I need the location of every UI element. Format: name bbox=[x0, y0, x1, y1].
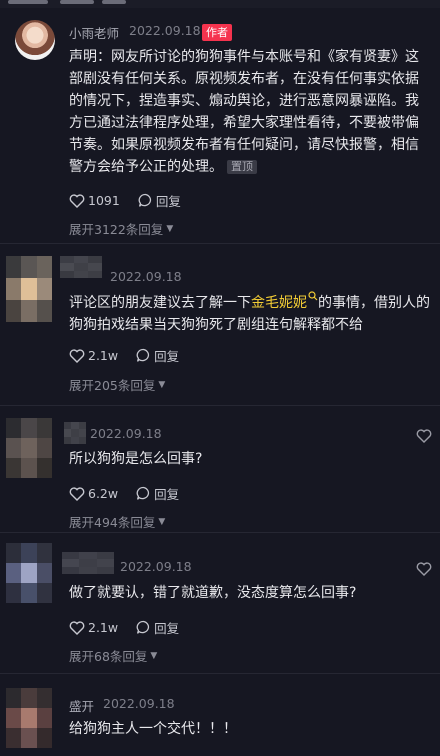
reply-bubble-icon bbox=[136, 486, 150, 500]
expand-replies-label: 展开494条回复 bbox=[69, 515, 156, 530]
comment-body-start: 评论区的朋友建议去了解一下 bbox=[69, 295, 251, 311]
reply-label: 回复 bbox=[155, 194, 181, 209]
search-icon bbox=[308, 291, 318, 301]
like-button[interactable]: 2.1w bbox=[69, 620, 118, 635]
heart-icon bbox=[69, 620, 85, 635]
comment-item: 2022.09.18 所以狗狗是怎么回事? 6.2w 回复 展开494条回复 ▼ bbox=[0, 406, 440, 532]
like-button[interactable]: 6.2w bbox=[69, 486, 118, 501]
comment-text: 做了就要认，错了就道歉，没态度算怎么回事? bbox=[69, 585, 357, 601]
expand-replies-label: 展开205条回复 bbox=[69, 378, 156, 393]
comment-text: 评论区的朋友建议去了解一下金毛妮妮 的事情，借别人的狗狗拍戏结果当天狗狗死了剧组连… bbox=[69, 291, 431, 336]
heart-icon bbox=[416, 429, 432, 443]
expand-replies-button[interactable]: 展开3122条回复 ▼ bbox=[69, 219, 173, 238]
comment-item: 2022.09.18 做了就要认，错了就道歉，没态度算怎么回事? 2.1w 回复… bbox=[0, 533, 440, 673]
reply-bubble-icon bbox=[136, 348, 150, 362]
comment-item: 2022.09.18 评论区的朋友建议去了解一下金毛妮妮 的事情，借别人的狗狗拍戏… bbox=[0, 244, 440, 405]
comment-date: 2022.09.18 bbox=[129, 23, 201, 38]
chevron-down-icon: ▼ bbox=[150, 650, 158, 661]
comment-date: 2022.09.18 bbox=[110, 269, 182, 284]
like-count: 1091 bbox=[88, 193, 120, 208]
reply-button[interactable]: 回复 bbox=[136, 346, 179, 365]
comment-actions: 2.1w 回复 bbox=[69, 618, 197, 637]
like-button[interactable]: 2.1w bbox=[69, 348, 118, 363]
comment-date: 2022.09.18 bbox=[120, 559, 192, 574]
blurred-avatar[interactable] bbox=[6, 418, 52, 478]
reply-label: 回复 bbox=[154, 487, 180, 502]
like-button[interactable]: 1091 bbox=[69, 193, 120, 208]
reply-bubble-icon bbox=[136, 620, 150, 634]
blurred-avatar[interactable] bbox=[6, 543, 52, 603]
heart-icon bbox=[69, 348, 85, 363]
expand-replies-button[interactable]: 展开494条回复 ▼ bbox=[69, 512, 165, 531]
like-button-side[interactable] bbox=[416, 428, 432, 447]
comment-username[interactable]: 小雨老师 bbox=[69, 23, 119, 42]
reply-label: 回复 bbox=[154, 349, 180, 364]
author-avatar[interactable] bbox=[15, 20, 55, 60]
search-highlight-link[interactable]: 金毛妮妮 bbox=[251, 291, 318, 311]
comment-actions: 2.1w 回复 bbox=[69, 346, 197, 365]
comment-body: 声明：网友所讨论的狗狗事件与本账号和《家有贤妻》这部剧没有任何关系。原视频发布者… bbox=[69, 49, 419, 175]
reply-button[interactable]: 回复 bbox=[136, 618, 179, 637]
like-count: 6.2w bbox=[88, 486, 119, 501]
reply-label: 回复 bbox=[154, 621, 180, 636]
heart-icon bbox=[69, 486, 85, 501]
expand-replies-button[interactable]: 展开68条回复 ▼ bbox=[69, 646, 157, 665]
author-badge: 作者 bbox=[202, 24, 232, 41]
blurred-avatar[interactable] bbox=[6, 688, 52, 748]
comment-item: 盛开 2022.09.18 给狗狗主人一个交代！！！ bbox=[0, 674, 440, 756]
blurred-username[interactable] bbox=[64, 422, 86, 444]
blurred-username[interactable] bbox=[60, 256, 102, 278]
comment-text: 所以狗狗是怎么回事? bbox=[69, 451, 203, 467]
comment-actions: 6.2w 回复 bbox=[69, 484, 197, 503]
blurred-avatar[interactable] bbox=[6, 256, 52, 322]
expand-replies-button[interactable]: 展开205条回复 ▼ bbox=[69, 375, 165, 394]
comment-text: 声明：网友所讨论的狗狗事件与本账号和《家有贤妻》这部剧没有任何关系。原视频发布者… bbox=[69, 46, 431, 178]
reply-button[interactable]: 回复 bbox=[136, 484, 179, 503]
comment-date: 2022.09.18 bbox=[103, 696, 175, 711]
highlight-text: 金毛妮妮 bbox=[251, 295, 307, 311]
comment-date: 2022.09.18 bbox=[90, 426, 162, 441]
blurred-username[interactable] bbox=[62, 552, 114, 574]
comment-username[interactable]: 盛开 bbox=[69, 696, 94, 715]
reply-button[interactable]: 回复 bbox=[138, 191, 181, 210]
expand-replies-label: 展开68条回复 bbox=[69, 649, 148, 664]
heart-icon bbox=[416, 562, 432, 576]
chevron-down-icon: ▼ bbox=[158, 379, 166, 390]
pinned-tag: 置顶 bbox=[227, 160, 257, 174]
comment-text: 给狗狗主人一个交代！！！ bbox=[69, 721, 237, 737]
like-count: 2.1w bbox=[88, 348, 119, 363]
chevron-down-icon: ▼ bbox=[158, 516, 166, 527]
comment-item: 小雨老师 2022.09.18 作者 声明：网友所讨论的狗狗事件与本账号和《家有… bbox=[0, 0, 440, 243]
like-count: 2.1w bbox=[88, 620, 119, 635]
comment-actions: 1091 回复 bbox=[69, 191, 199, 210]
reply-bubble-icon bbox=[138, 193, 151, 207]
chevron-down-icon: ▼ bbox=[166, 223, 174, 234]
heart-icon bbox=[69, 193, 85, 208]
like-button-side[interactable] bbox=[416, 561, 432, 580]
expand-replies-label: 展开3122条回复 bbox=[69, 222, 164, 237]
